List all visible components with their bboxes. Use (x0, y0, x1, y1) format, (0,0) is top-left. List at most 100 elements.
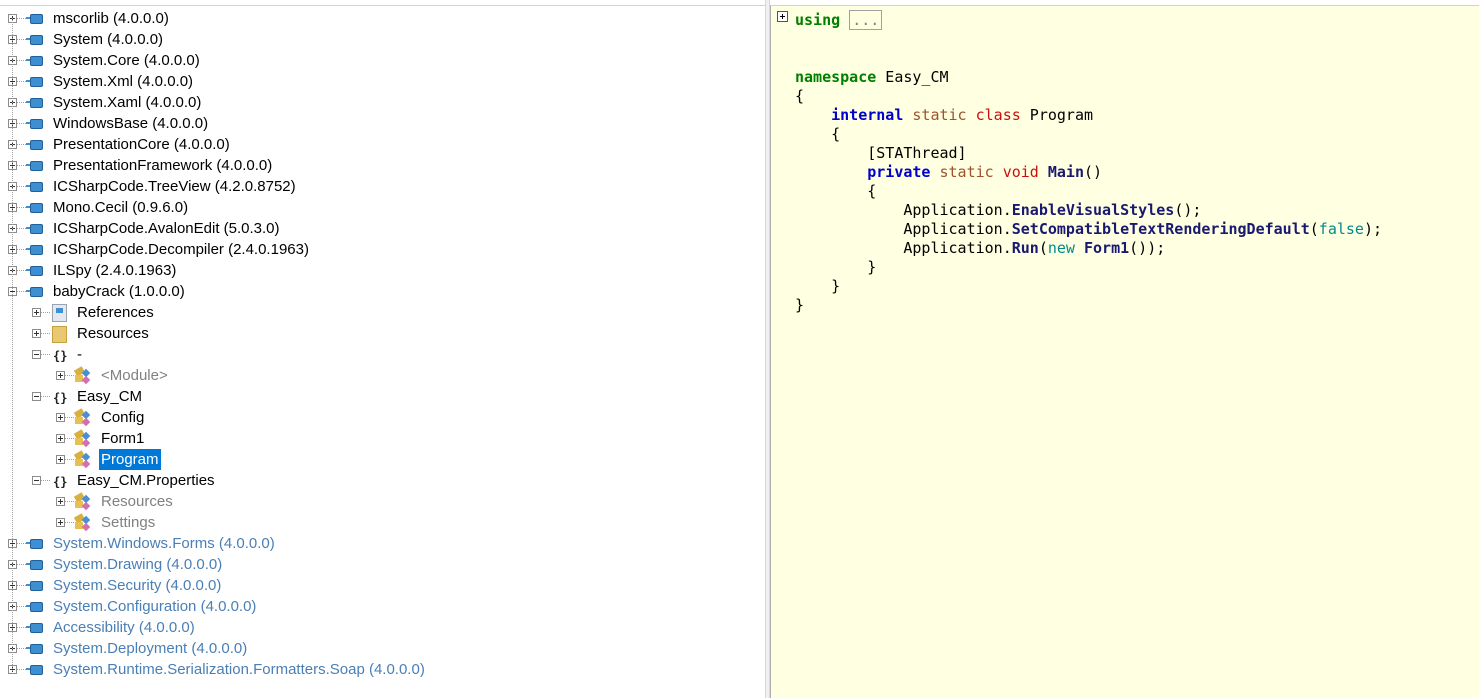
folder-icon (50, 325, 68, 343)
expand-toggle-icon[interactable] (56, 371, 65, 380)
tree-node-label[interactable]: Settings (99, 512, 157, 533)
tree-node-label[interactable]: Resources (99, 491, 175, 512)
tree-node[interactable]: Config (0, 407, 760, 428)
tree-node[interactable]: System.Security (4.0.0.0) (0, 575, 760, 596)
collapse-toggle-icon[interactable] (32, 350, 41, 359)
tree-node-label[interactable]: PresentationCore (4.0.0.0) (51, 134, 232, 155)
code-identifier[interactable]: Main (1048, 163, 1084, 181)
tree-node-label[interactable]: System.Xaml (4.0.0.0) (51, 92, 203, 113)
tree-node[interactable]: System.Runtime.Serialization.Formatters.… (0, 659, 760, 680)
tree-node-label[interactable]: ILSpy (2.4.0.1963) (51, 260, 178, 281)
tree-node[interactable]: System.Core (4.0.0.0) (0, 50, 760, 71)
code-text: ( (1309, 220, 1319, 238)
tree-node-label[interactable]: Mono.Cecil (0.9.6.0) (51, 197, 190, 218)
expand-toggle-icon[interactable] (32, 308, 41, 317)
tree-node[interactable]: ICSharpCode.TreeView (4.2.0.8752) (0, 176, 760, 197)
code-text: [STAThread] (795, 144, 967, 162)
tree-node-label[interactable]: mscorlib (4.0.0.0) (51, 8, 171, 29)
tree-node-label[interactable]: Easy_CM (75, 386, 144, 407)
tree-node-label[interactable]: System.Runtime.Serialization.Formatters.… (51, 659, 427, 680)
tree-node-label[interactable]: <Module> (99, 365, 170, 386)
code-identifier[interactable]: Form1 (1084, 239, 1129, 257)
tree-node-label[interactable]: ICSharpCode.AvalonEdit (5.0.3.0) (51, 218, 282, 239)
tree-node[interactable]: ILSpy (2.4.0.1963) (0, 260, 760, 281)
tree-node-label[interactable]: Resources (75, 323, 151, 344)
tree-node[interactable]: PresentationFramework (4.0.0.0) (0, 155, 760, 176)
tree-node-label[interactable]: System.Security (4.0.0.0) (51, 575, 223, 596)
tree-node[interactable]: Accessibility (4.0.0.0) (0, 617, 760, 638)
expand-toggle-icon[interactable] (56, 455, 65, 464)
tree-node[interactable]: {} Easy_CM (0, 386, 760, 407)
tree-node[interactable]: babyCrack (1.0.0.0) (0, 281, 760, 302)
tree-node-label[interactable]: - (75, 344, 84, 365)
collapse-toggle-icon[interactable] (32, 392, 41, 401)
expand-toggle-icon[interactable] (32, 329, 41, 338)
expand-toggle-icon[interactable] (56, 518, 65, 527)
tree-connector (65, 438, 74, 439)
tree-node-label[interactable]: WindowsBase (4.0.0.0) (51, 113, 210, 134)
assembly-icon (26, 262, 44, 279)
tree-node[interactable]: System.Windows.Forms (4.0.0.0) (0, 533, 760, 554)
tree-node-label[interactable]: System.Drawing (4.0.0.0) (51, 554, 224, 575)
tree-node-label[interactable]: System.Core (4.0.0.0) (51, 50, 202, 71)
tree-node[interactable]: Form1 (0, 428, 760, 449)
tree-node-label[interactable]: ICSharpCode.TreeView (4.2.0.8752) (51, 176, 298, 197)
tree-node-label[interactable]: Form1 (99, 428, 146, 449)
code-keyword: false (1318, 220, 1364, 238)
tree-node-label[interactable]: System.Configuration (4.0.0.0) (51, 596, 258, 617)
tree-node[interactable]: {} Easy_CM.Properties (0, 470, 760, 491)
tree-node-label[interactable]: Program (99, 449, 161, 470)
tree-node-label[interactable]: System (4.0.0.0) (51, 29, 165, 50)
tree-connector (17, 669, 26, 670)
expand-toggle-icon[interactable] (56, 413, 65, 422)
code-identifier[interactable]: SetCompatibleTextRenderingDefault (1012, 220, 1310, 238)
tree-node-label[interactable]: System.Windows.Forms (4.0.0.0) (51, 533, 277, 554)
collapsed-usings[interactable]: ... (849, 10, 883, 30)
tree-node[interactable]: PresentationCore (4.0.0.0) (0, 134, 760, 155)
tree-node[interactable]: System.Xml (4.0.0.0) (0, 71, 760, 92)
tree-guide-line (12, 18, 13, 671)
tree-node-label[interactable]: System.Xml (4.0.0.0) (51, 71, 195, 92)
tree-node[interactable]: ICSharpCode.Decompiler (2.4.0.1963) (0, 239, 760, 260)
expand-toggle-icon[interactable] (56, 434, 65, 443)
tree-node-label[interactable]: babyCrack (1.0.0.0) (51, 281, 187, 302)
tree-node[interactable]: WindowsBase (4.0.0.0) (0, 113, 760, 134)
tree-node[interactable]: System.Xaml (4.0.0.0) (0, 92, 760, 113)
tree-node-label[interactable]: ICSharpCode.Decompiler (2.4.0.1963) (51, 239, 311, 260)
tree-node[interactable]: Program (0, 449, 760, 470)
tree-node[interactable]: System (4.0.0.0) (0, 29, 760, 50)
tree-node-label[interactable]: PresentationFramework (4.0.0.0) (51, 155, 274, 176)
tree-node[interactable]: System.Configuration (4.0.0.0) (0, 596, 760, 617)
code-line: [STAThread] (795, 144, 967, 162)
tree-node-label[interactable]: System.Deployment (4.0.0.0) (51, 638, 249, 659)
decompiled-code-view[interactable]: using ... namespace Easy_CM { internal s… (770, 5, 1479, 698)
tree-node[interactable]: Resources (0, 323, 760, 344)
tree-node[interactable]: References (0, 302, 760, 323)
expand-toggle-icon[interactable] (56, 497, 65, 506)
tree-node-label[interactable]: Accessibility (4.0.0.0) (51, 617, 197, 638)
tree-node[interactable]: System.Deployment (4.0.0.0) (0, 638, 760, 659)
tree-node[interactable]: System.Drawing (4.0.0.0) (0, 554, 760, 575)
namespace-icon: {} (53, 475, 68, 489)
tree-connector (17, 585, 26, 586)
tree-node[interactable]: ICSharpCode.AvalonEdit (5.0.3.0) (0, 218, 760, 239)
tree-node[interactable]: <Module> (0, 365, 760, 386)
tree-node-label[interactable]: Config (99, 407, 146, 428)
tree-node-label[interactable]: Easy_CM.Properties (75, 470, 217, 491)
tree-node[interactable]: Mono.Cecil (0.9.6.0) (0, 197, 760, 218)
tree-node[interactable]: {} - (0, 344, 760, 365)
tree-node-label[interactable]: References (75, 302, 156, 323)
expand-usings-button[interactable] (777, 11, 788, 22)
collapse-toggle-icon[interactable] (32, 476, 41, 485)
assembly-icon (26, 241, 44, 258)
tree-node[interactable]: Settings (0, 512, 760, 533)
code-line: } (795, 277, 840, 295)
code-identifier[interactable]: Run (1012, 239, 1039, 257)
tree-node[interactable]: Resources (0, 491, 760, 512)
assembly-tree-view[interactable]: mscorlib (4.0.0.0) System (4.0.0.0) System… (0, 5, 765, 699)
code-text: () (1084, 163, 1103, 181)
code-identifier[interactable]: EnableVisualStyles (1012, 201, 1175, 219)
code-keyword: static (912, 106, 967, 124)
tree-node[interactable]: mscorlib (4.0.0.0) (0, 8, 760, 29)
code-line: private static void Main() (795, 163, 1102, 181)
